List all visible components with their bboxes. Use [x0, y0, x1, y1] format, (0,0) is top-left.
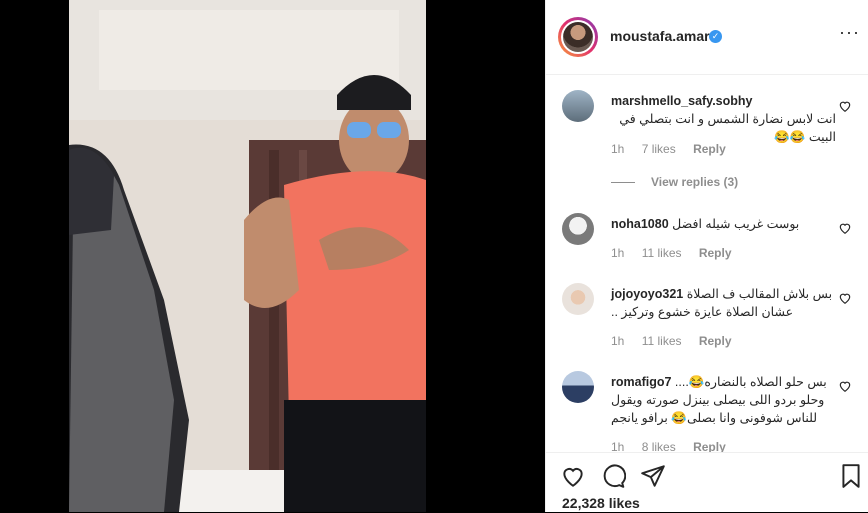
more-options-icon[interactable]: ···	[839, 22, 860, 43]
avatar[interactable]	[562, 90, 594, 122]
reply-button[interactable]: Reply	[699, 246, 732, 260]
comment-username[interactable]: jojoyoyo321	[611, 287, 683, 301]
comment-username[interactable]: romafigo7	[611, 375, 671, 389]
avatar[interactable]	[562, 213, 594, 245]
reply-button[interactable]: Reply	[699, 334, 732, 348]
post-header: moustafa.amar ✓ ···	[546, 0, 868, 75]
reply-button[interactable]: Reply	[693, 142, 726, 156]
username-link[interactable]: moustafa.amar	[610, 28, 710, 44]
heart-icon[interactable]	[838, 99, 852, 113]
comment-meta: 1h 8 likes Reply	[611, 440, 740, 452]
comment-time[interactable]: 1h	[611, 334, 624, 348]
comment-icon[interactable]	[600, 463, 626, 489]
comment-likes[interactable]: 7 likes	[642, 142, 676, 156]
heart-icon[interactable]	[838, 221, 852, 235]
avatar[interactable]	[558, 17, 598, 57]
post-panel: moustafa.amar ✓ ··· marshmello_safy.sobh…	[545, 0, 868, 512]
comment-text: انت لابس نضارة الشمس و انت بتصلي في البي…	[619, 112, 836, 144]
avatar[interactable]	[562, 371, 594, 403]
post-media[interactable]	[0, 0, 545, 512]
like-count[interactable]: 22,328 likes	[562, 495, 640, 511]
comment-likes[interactable]: 8 likes	[642, 440, 676, 452]
heart-icon[interactable]	[838, 291, 852, 305]
comment-text: بوست غريب شيله افضل	[672, 217, 800, 231]
verified-badge-icon: ✓	[709, 30, 722, 43]
comment-likes[interactable]: 11 likes	[642, 246, 682, 260]
avatar-image	[563, 22, 593, 52]
action-bar: 22,328 likes	[546, 452, 868, 513]
heart-icon[interactable]	[838, 379, 852, 393]
comment-time[interactable]: 1h	[611, 440, 624, 452]
comment-meta: 1h 11 likes Reply	[611, 334, 746, 348]
comments-list[interactable]: marshmello_safy.sobhy انت لابس نضارة الش…	[546, 75, 868, 452]
reply-button[interactable]: Reply	[693, 440, 726, 452]
comment-meta: 1h 11 likes Reply	[611, 246, 746, 260]
heart-icon[interactable]	[560, 463, 586, 489]
avatar[interactable]	[562, 283, 594, 315]
comment-time[interactable]: 1h	[611, 142, 624, 156]
view-replies-label: View replies (3)	[651, 175, 739, 189]
view-replies-button[interactable]: View replies (3)	[611, 175, 738, 189]
comment-likes[interactable]: 11 likes	[642, 334, 682, 348]
comment-meta: 1h 7 likes Reply	[611, 142, 740, 156]
comment-username[interactable]: marshmello_safy.sobhy	[611, 94, 753, 108]
share-icon[interactable]	[640, 463, 666, 489]
comment-username[interactable]: noha1080	[611, 217, 669, 231]
video-frame[interactable]	[69, 0, 426, 512]
comment-time[interactable]: 1h	[611, 246, 624, 260]
bookmark-icon[interactable]	[838, 463, 864, 489]
